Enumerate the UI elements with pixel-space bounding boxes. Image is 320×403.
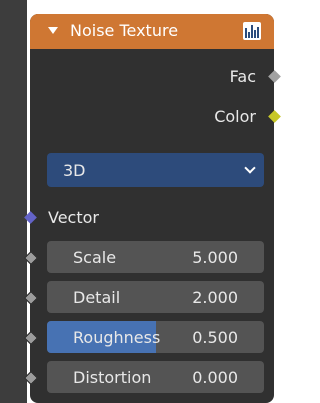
scale-field[interactable]: Scale 5.000 bbox=[47, 241, 264, 273]
field-label: Distortion bbox=[73, 368, 152, 387]
chevron-down-icon bbox=[244, 162, 256, 174]
dimensions-dropdown[interactable]: 3D bbox=[47, 153, 264, 187]
output-label-fac: Fac bbox=[229, 67, 256, 86]
field-label: Scale bbox=[73, 248, 117, 267]
field-value: 0.000 bbox=[192, 368, 238, 387]
node-header[interactable]: Noise Texture bbox=[30, 14, 274, 49]
field-label: Roughness bbox=[73, 328, 161, 347]
field-value: 5.000 bbox=[192, 248, 238, 267]
dimensions-value: 3D bbox=[63, 161, 86, 180]
field-value: 2.000 bbox=[192, 288, 238, 307]
preview-toggle-icon[interactable] bbox=[243, 22, 261, 40]
distortion-field[interactable]: Distortion 0.000 bbox=[47, 361, 264, 393]
detail-field[interactable]: Detail 2.000 bbox=[47, 281, 264, 313]
node-title: Noise Texture bbox=[70, 21, 179, 40]
roughness-field[interactable]: Roughness 0.500 bbox=[47, 321, 264, 353]
collapse-triangle-icon[interactable] bbox=[48, 27, 58, 34]
vector-input-label: Vector bbox=[48, 208, 99, 227]
field-value: 0.500 bbox=[192, 328, 238, 347]
noise-texture-node[interactable]: Noise Texture Fac Color 3D Vector Scale … bbox=[23, 14, 281, 403]
field-label: Detail bbox=[73, 288, 121, 307]
canvas-background bbox=[0, 0, 27, 403]
output-label-color: Color bbox=[214, 107, 256, 126]
